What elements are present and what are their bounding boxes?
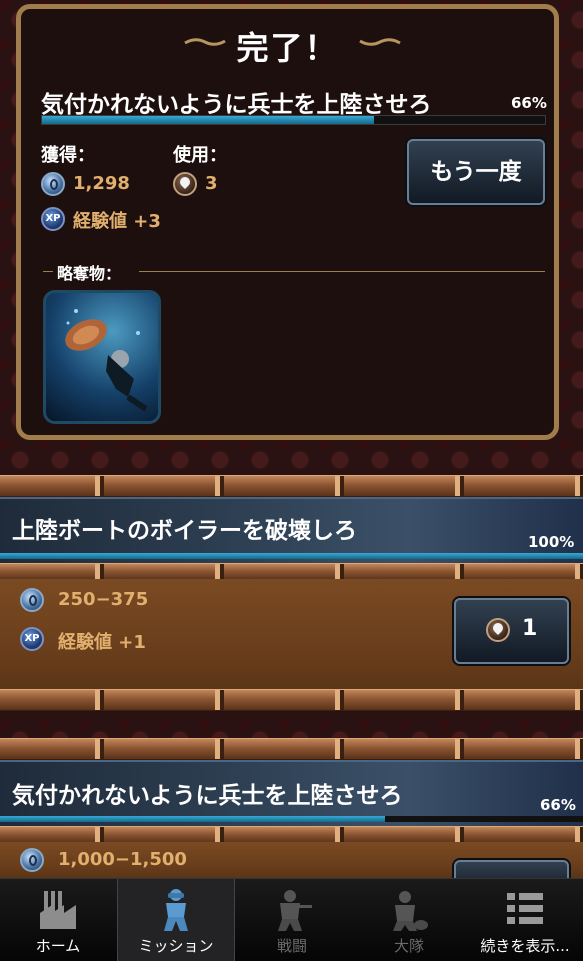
xp-icon: XP xyxy=(41,207,65,231)
earned-label: 獲得： xyxy=(41,145,95,166)
mission-progress-bar xyxy=(0,553,583,559)
mission-progress-text: 66% xyxy=(540,796,576,814)
soldier-binoculars-icon xyxy=(164,889,188,931)
coin-icon xyxy=(41,172,65,196)
nav-battle[interactable]: 戦闘 xyxy=(234,879,350,961)
earned-coins: 1,298 xyxy=(73,173,130,194)
mission-progress-text: 100% xyxy=(528,533,575,551)
divider xyxy=(43,271,53,272)
do-mission-button[interactable]: 1 xyxy=(454,598,569,664)
mission-details: 1,000−1,500 xyxy=(0,842,583,892)
loot-header: 略奪物： xyxy=(43,263,545,283)
energy-used: 3 xyxy=(205,173,218,194)
nav-label: ホーム xyxy=(35,937,81,955)
progress-fill xyxy=(0,816,385,822)
mission-banner[interactable]: 気付かれないように兵士を上陸させろ 66% xyxy=(0,760,583,828)
nav-battalion[interactable]: 大隊 xyxy=(351,879,467,961)
nav-label: ミッション xyxy=(138,937,214,955)
nav-label: 続きを表示... xyxy=(480,937,570,955)
mission-xp: 経験値 +1 xyxy=(58,632,146,653)
mission-coin-range: 1,000−1,500 xyxy=(58,849,187,870)
nav-more[interactable]: 続きを表示... xyxy=(467,879,583,961)
factory-icon xyxy=(40,891,76,929)
coin-icon xyxy=(20,848,44,872)
completed-mission-progress-text: 66% xyxy=(511,94,547,112)
retry-button[interactable]: もう一度 xyxy=(407,139,545,205)
nav-missions[interactable]: ミッション xyxy=(117,879,235,961)
xp-icon: XP xyxy=(20,627,44,651)
pipe-divider xyxy=(0,475,583,497)
loot-label: 略奪物： xyxy=(57,264,122,283)
complete-title: 完了！ xyxy=(236,29,339,67)
mission-name: 上陸ボートのボイラーを破壊しろ xyxy=(12,518,357,544)
loot-item-thumbnail[interactable] xyxy=(43,290,161,424)
soldier-rifle-icon xyxy=(278,890,312,931)
mission-banner[interactable]: 上陸ボートのボイラーを破壊しろ 100% xyxy=(0,497,583,565)
diver-with-boiler-icon xyxy=(65,309,148,412)
earned-xp: 経験値 +3 xyxy=(73,211,161,232)
more-list-icon xyxy=(507,893,543,924)
right-ornament-icon xyxy=(359,38,401,46)
progress-fill xyxy=(0,553,583,559)
mission-coin-range: 250−375 xyxy=(58,589,149,610)
mission-details: 250−375 XP 経験値 +1 1 xyxy=(0,579,583,689)
mission-complete-panel: 完了！ 気付かれないように兵士を上陸させろ 66% 獲得： 使用： 1,298 … xyxy=(16,4,559,440)
squad-icon xyxy=(393,891,428,931)
pipe-divider xyxy=(0,689,583,711)
nav-label: 戦闘 xyxy=(276,937,307,955)
used-label: 使用： xyxy=(173,145,227,166)
nav-home[interactable]: ホーム xyxy=(0,879,116,961)
progress-fill xyxy=(42,116,374,124)
completed-mission-progress-bar xyxy=(41,115,546,125)
bottom-nav: ホーム ミッション 戦闘 大隊 続きを表示... xyxy=(0,878,583,961)
mission-name: 気付かれないように兵士を上陸させろ xyxy=(12,783,403,809)
divider xyxy=(139,271,545,272)
energy-cost: 1 xyxy=(522,616,538,641)
completed-mission-name: 気付かれないように兵士を上陸させろ xyxy=(41,92,432,118)
energy-icon xyxy=(173,172,197,196)
mission-progress-bar xyxy=(0,816,583,822)
nav-label: 大隊 xyxy=(393,937,424,955)
energy-icon xyxy=(486,618,510,642)
pipe-divider xyxy=(0,738,583,760)
coin-icon xyxy=(20,588,44,612)
